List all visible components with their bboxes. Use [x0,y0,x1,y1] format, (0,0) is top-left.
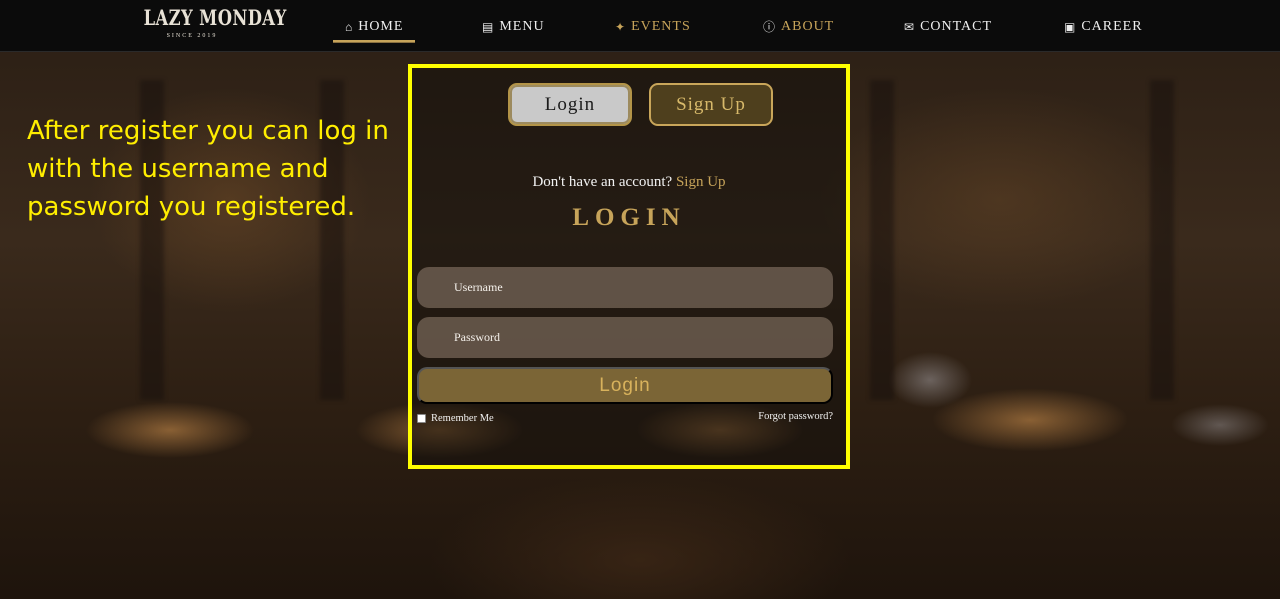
background-column [870,80,894,400]
nav-item-contact[interactable]: ✉ CONTACT [904,13,992,41]
password-placeholder: Password [454,330,501,344]
remember-me-checkbox[interactable] [417,413,426,423]
nav-item-label: MENU [499,19,545,34]
logo-subtitle: SINCE 2019 [166,33,218,39]
background-column [1150,80,1174,400]
password-field[interactable]: Password [417,317,833,358]
nav-item-label: CONTACT [920,19,993,34]
briefcase-icon: ▣ [1064,20,1077,34]
remember-me-label: Remember Me [431,412,494,424]
account-prompt: Don't have an account? Sign Up [412,174,846,191]
account-prompt-text: Don't have an account? [532,174,673,190]
logo[interactable]: LAZY MONDAY SINCE 2019 [130,5,287,40]
info-icon: ⓘ [763,20,777,34]
instruction-annotation: After register you can log in with the u… [27,116,389,222]
login-heading: LOGIN [572,204,686,231]
home-icon: ⌂ [345,20,354,34]
menu-clipboard-icon: ▤ [482,20,495,34]
nav-item-home[interactable]: ⌂ HOME [332,13,416,43]
login-toggle-button[interactable]: Login [508,83,632,126]
login-submit-button[interactable]: Login [417,367,833,404]
nav-item-label: EVENTS [631,19,691,34]
nav-item-label: ABOUT [781,19,835,34]
nav-item-label: CAREER [1081,19,1143,34]
top-navbar: LAZY MONDAY SINCE 2019 ⌂ HOME ▤ MENU ✦ E… [0,0,1280,52]
nav-item-events[interactable]: ✦ EVENTS [615,13,691,41]
nav-item-career[interactable]: ▣ CAREER [1064,13,1143,41]
party-popper-icon: ✦ [615,20,627,34]
signup-toggle-button[interactable]: Sign Up [649,83,773,126]
nav-item-about[interactable]: ⓘ ABOUT [763,13,834,41]
nav-item-label: HOME [358,19,404,34]
logo-title: LAZY MONDAY [143,5,287,30]
chat-icon: ✉ [904,20,916,34]
remember-me[interactable]: Remember Me [417,411,494,425]
username-placeholder: Username [454,280,503,294]
nav-item-menu[interactable]: ▤ MENU [482,13,545,41]
forgot-password-link[interactable]: Forgot password? [700,411,833,425]
username-field[interactable]: Username [417,267,833,308]
signup-link[interactable]: Sign Up [676,174,726,190]
